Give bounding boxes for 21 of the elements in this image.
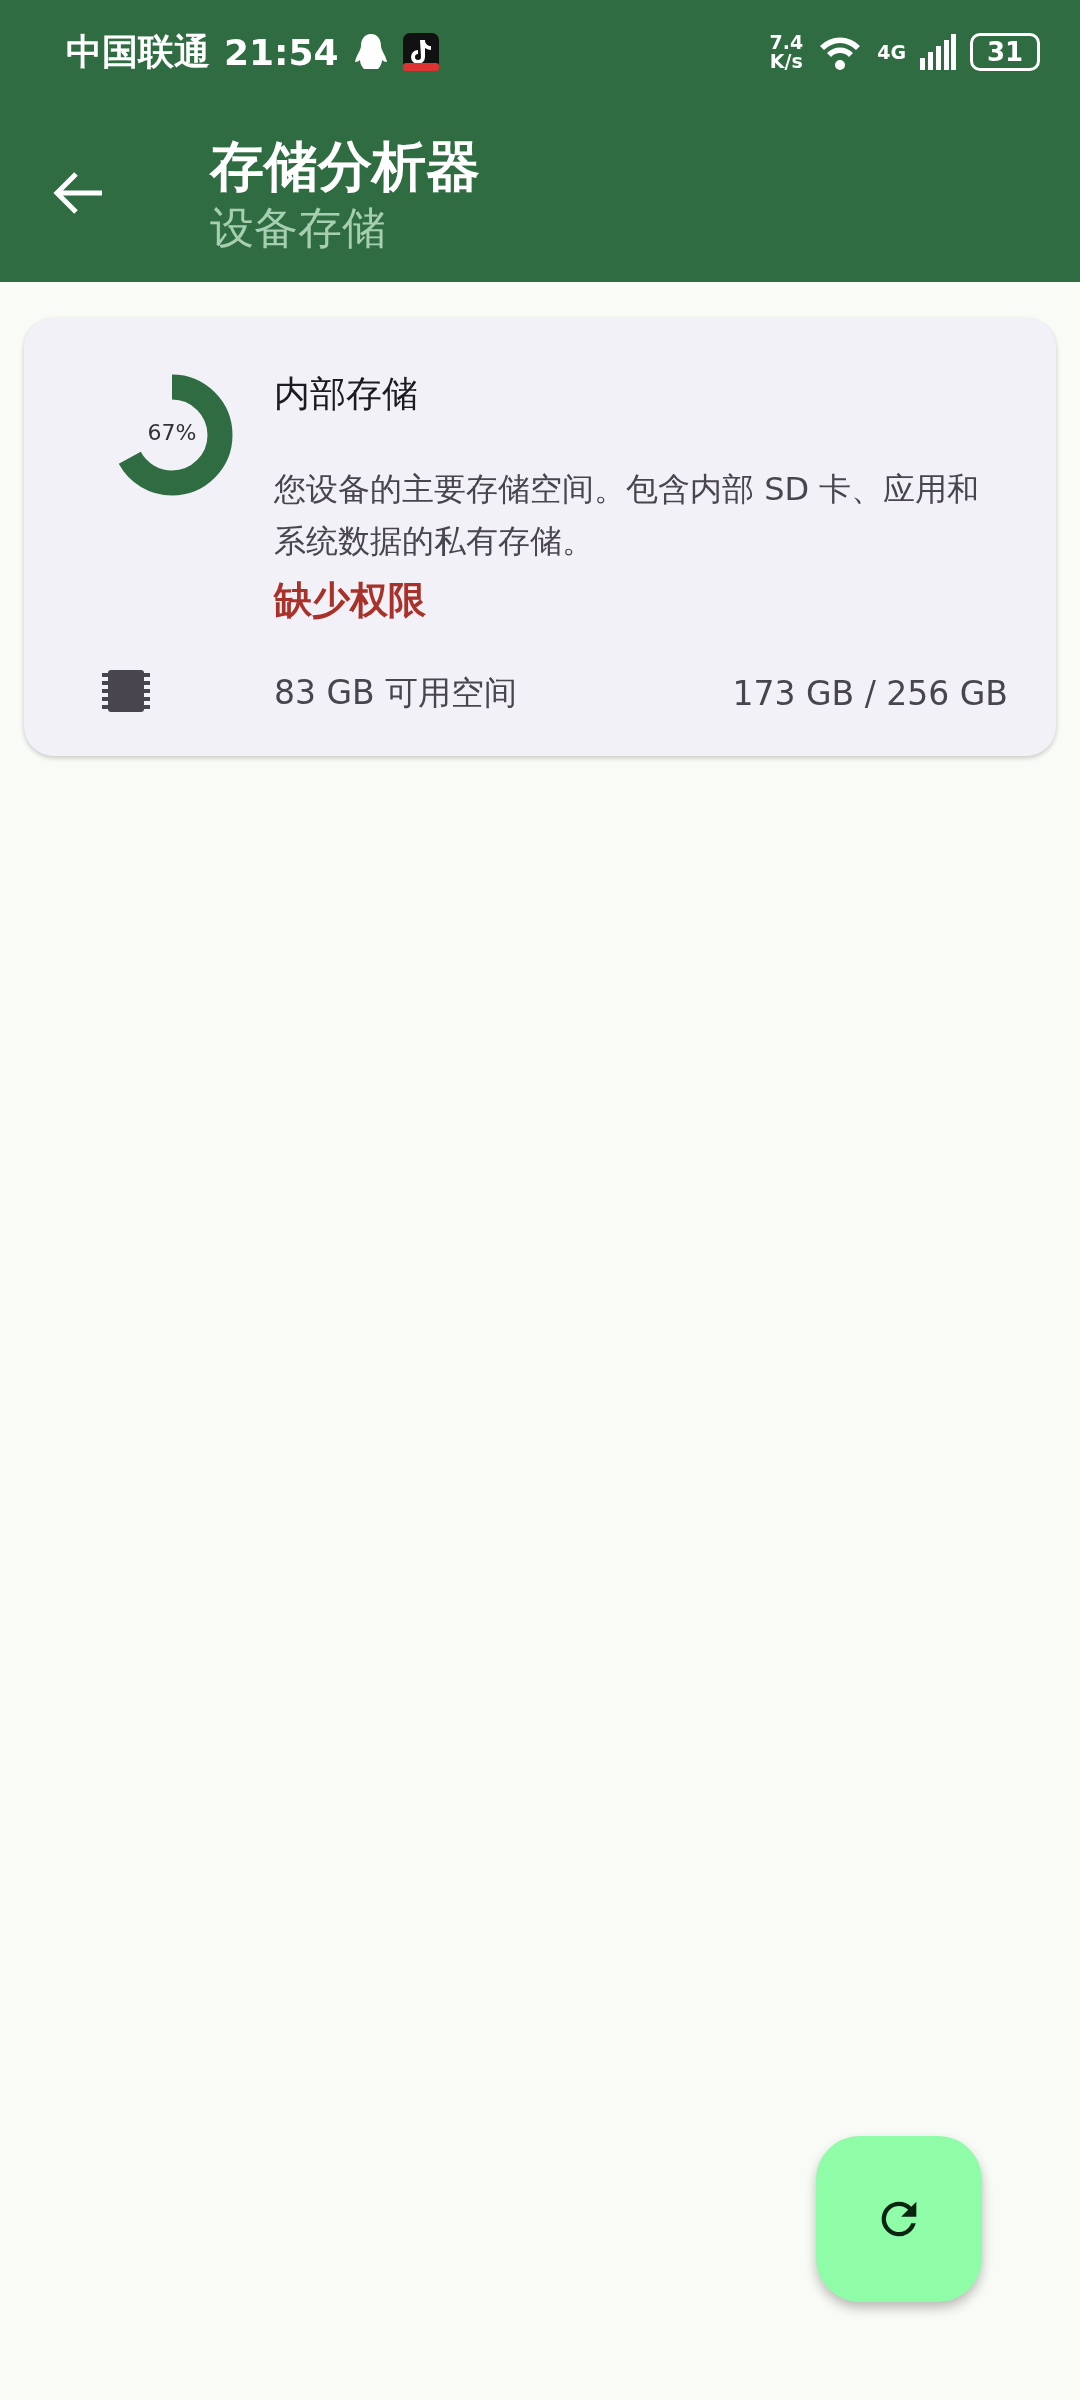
app-subtitle: 设备存储 bbox=[210, 201, 387, 255]
speed-value: 7.4 bbox=[769, 33, 804, 52]
storage-card[interactable]: 67% 内部存储 您设备的主要存储空间。包含内部 SD 卡、应用和系统数据的私有存储。 缺少权限 83 GB 可用空间 173 GB / 256 GB bbox=[24, 318, 1056, 756]
percent-label: 67% bbox=[146, 420, 198, 445]
network-text: 4G bbox=[877, 41, 906, 63]
penguin-icon bbox=[352, 32, 389, 72]
signal-icon bbox=[920, 34, 956, 70]
chip-icon bbox=[102, 670, 150, 712]
back-arrow-icon bbox=[52, 170, 104, 216]
battery-indicator: 31 bbox=[970, 33, 1040, 71]
app-icon bbox=[402, 33, 439, 71]
free-space-text: 83 GB 可用空间 bbox=[274, 671, 518, 714]
storage-title: 内部存储 bbox=[274, 372, 419, 416]
usage-text: 173 GB / 256 GB bbox=[732, 673, 1008, 713]
permission-warning: 缺少权限 bbox=[274, 577, 427, 624]
app-title: 存储分析器 bbox=[210, 133, 480, 200]
clock-text: 21:54 bbox=[224, 31, 339, 73]
storage-description: 您设备的主要存储空间。包含内部 SD 卡、应用和系统数据的私有存储。 bbox=[274, 469, 981, 562]
carrier-text: 中国联通 bbox=[66, 29, 210, 74]
back-button[interactable] bbox=[52, 170, 104, 216]
speed-unit: K/s bbox=[769, 52, 803, 71]
